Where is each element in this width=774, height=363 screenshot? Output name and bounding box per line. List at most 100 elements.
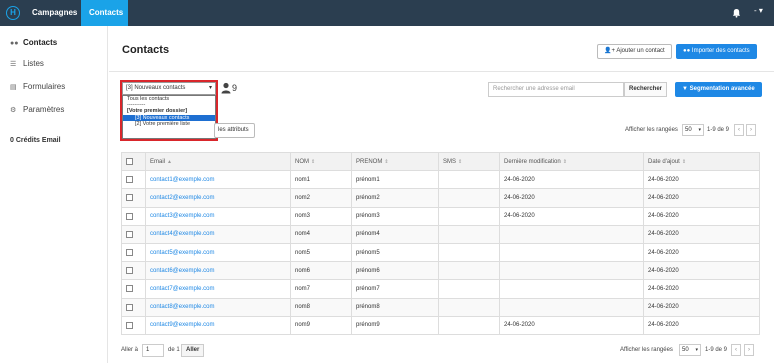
table-row[interactable]: contact7@exemple.com nom7 prénom7 24-06-202… xyxy=(121,279,760,299)
cell-email[interactable]: contact4@exemple.com xyxy=(145,224,291,244)
cell-email[interactable]: contact3@exemple.com xyxy=(145,206,291,226)
cell-email[interactable]: contact9@exemple.com xyxy=(145,315,291,335)
tab-contacts[interactable]: Contacts xyxy=(81,0,128,26)
rows-per-page-select[interactable]: 50 ▾ xyxy=(682,124,704,136)
cell-last-modified xyxy=(499,279,644,299)
column-header-last-modified[interactable]: Dernière modification ⇕ xyxy=(499,151,644,172)
row-checkbox[interactable] xyxy=(126,321,133,329)
row-checkbox[interactable] xyxy=(126,230,133,238)
attributes-button[interactable]: les attributs xyxy=(214,123,255,138)
row-select-cell xyxy=(121,297,146,317)
app-logo[interactable]: H xyxy=(6,6,20,20)
column-header-prenom[interactable]: PRENOM ⇕ xyxy=(351,151,439,172)
select-all-cell xyxy=(121,151,146,172)
cell-prenom: prénom8 xyxy=(351,297,439,317)
row-checkbox[interactable] xyxy=(126,248,133,256)
cell-sms xyxy=(438,261,500,281)
next-page-button[interactable]: › xyxy=(746,124,756,136)
row-checkbox[interactable] xyxy=(126,303,133,311)
row-checkbox[interactable] xyxy=(126,176,133,184)
import-contacts-button[interactable]: ●● Importer des contacts xyxy=(676,44,757,59)
table-row[interactable]: contact5@exemple.com nom5 prénom5 24-06-202… xyxy=(121,242,760,263)
cell-sms xyxy=(438,206,500,226)
cell-date-added: 24-06-2020 xyxy=(643,224,760,244)
table-row[interactable]: contact6@exemple.com nom6 prénom6 24-06-202… xyxy=(121,261,760,281)
row-checkbox[interactable] xyxy=(126,194,133,202)
contacts-table: Email ▲ NOM ⇕ PRENOM ⇕ SMS ⇕ Dernière modifi… xyxy=(121,151,760,335)
cell-email[interactable]: contact7@exemple.com xyxy=(145,279,291,299)
column-header-sms[interactable]: SMS ⇕ xyxy=(438,151,500,172)
users-icon: ●● xyxy=(10,40,19,47)
table-row[interactable]: contact2@exemple.com nom2 prénom2 24-06-202… xyxy=(121,188,760,208)
bell-icon[interactable] xyxy=(732,8,741,18)
table-row[interactable]: contact9@exemple.com nom9 prénom9 24-06-202… xyxy=(121,315,760,335)
cell-last-modified: 24-06-2020 xyxy=(499,315,644,335)
column-header-label: SMS xyxy=(443,158,457,165)
email-credits: 0 Crédits Email xyxy=(10,137,61,144)
user-menu[interactable]: - ▾ xyxy=(754,6,763,15)
cell-last-modified xyxy=(499,261,644,281)
cell-last-modified xyxy=(499,224,644,244)
next-page-button[interactable]: › xyxy=(744,344,754,356)
cell-nom: nom4 xyxy=(290,224,352,244)
column-header-date-added[interactable]: Date d'ajout ⇕ xyxy=(643,151,760,172)
row-checkbox[interactable] xyxy=(126,267,133,275)
advanced-segmentation-button[interactable]: ▼ Segmentation avancée xyxy=(675,82,762,97)
sort-icon: ⇕ xyxy=(384,158,389,165)
column-header-email[interactable]: Email ▲ xyxy=(145,151,291,172)
tab-campagnes[interactable]: Campagnes xyxy=(24,0,85,26)
row-checkbox[interactable] xyxy=(126,212,133,220)
cell-date-added: 24-06-2020 xyxy=(643,315,760,335)
header-divider xyxy=(109,71,774,72)
cell-email[interactable]: contact2@exemple.com xyxy=(145,188,291,208)
table-row[interactable]: contact1@exemple.com nom1 prénom1 24-06-202… xyxy=(121,170,760,190)
rows-per-page-select[interactable]: 50 ▾ xyxy=(679,344,701,356)
cell-sms xyxy=(438,242,500,263)
search-button[interactable]: Rechercher xyxy=(624,82,668,97)
cell-date-added: 24-06-2020 xyxy=(643,188,760,208)
prev-page-button[interactable]: ‹ xyxy=(734,124,744,136)
sort-icon: ⇕ xyxy=(562,158,567,165)
cell-email[interactable]: contact6@exemple.com xyxy=(145,261,291,281)
list-icon: ☰ xyxy=(10,61,17,68)
cell-date-added: 24-06-2020 xyxy=(643,297,760,317)
cell-prenom: prénom6 xyxy=(351,261,439,281)
cell-sms xyxy=(438,279,500,299)
table-row[interactable]: contact4@exemple.com nom4 prénom4 24-06-202… xyxy=(121,224,760,244)
table-row[interactable]: contact3@exemple.com nom3 prénom3 24-06-202… xyxy=(121,206,760,226)
cell-email[interactable]: contact5@exemple.com xyxy=(145,242,291,263)
sidebar-item-label: Contacts xyxy=(23,38,58,47)
cell-nom: nom8 xyxy=(290,297,352,317)
sidebar-item-contacts[interactable]: ●● Contacts xyxy=(10,37,57,49)
cell-email[interactable]: contact1@exemple.com xyxy=(145,170,291,190)
page-range: 1-9 de 9 xyxy=(707,127,730,133)
cell-sms xyxy=(438,170,500,190)
add-contact-button[interactable]: 👤+ Ajouter un contact xyxy=(597,44,672,59)
row-select-cell xyxy=(121,279,146,299)
column-header-label: NOM xyxy=(295,158,309,165)
sidebar-item-parametres[interactable]: ⚙ Paramètres xyxy=(10,104,64,116)
import-contacts-label: Importer des contacts xyxy=(691,48,750,54)
chevron-down-icon: ▾ xyxy=(698,127,701,133)
filter-icon: ▼ xyxy=(682,86,688,92)
sidebar-item-listes[interactable]: ☰ Listes xyxy=(10,58,44,70)
rows-per-page-label: Afficher les rangées xyxy=(620,347,673,353)
search-input[interactable]: Rechercher une adresse email xyxy=(488,82,624,97)
cell-nom: nom3 xyxy=(290,206,352,226)
table-row[interactable]: contact8@exemple.com nom8 prénom8 24-06-202… xyxy=(121,297,760,317)
select-all-checkbox[interactable] xyxy=(126,158,133,166)
column-header-label: Dernière modification xyxy=(504,158,561,165)
prev-page-button[interactable]: ‹ xyxy=(731,344,741,356)
cell-sms xyxy=(438,224,500,244)
sidebar-item-formulaires[interactable]: ▤ Formulaires xyxy=(10,81,65,93)
cell-last-modified xyxy=(499,297,644,317)
goto-page-button[interactable]: Aller xyxy=(181,344,205,357)
sort-icon: ⇕ xyxy=(311,158,316,165)
cell-date-added: 24-06-2020 xyxy=(643,242,760,263)
row-checkbox[interactable] xyxy=(126,285,133,293)
column-header-nom[interactable]: NOM ⇕ xyxy=(290,151,352,172)
goto-page-input[interactable]: 1 xyxy=(142,344,164,357)
add-contact-label: Ajouter un contact xyxy=(616,48,665,54)
cell-prenom: prénom9 xyxy=(351,315,439,335)
cell-email[interactable]: contact8@exemple.com xyxy=(145,297,291,317)
